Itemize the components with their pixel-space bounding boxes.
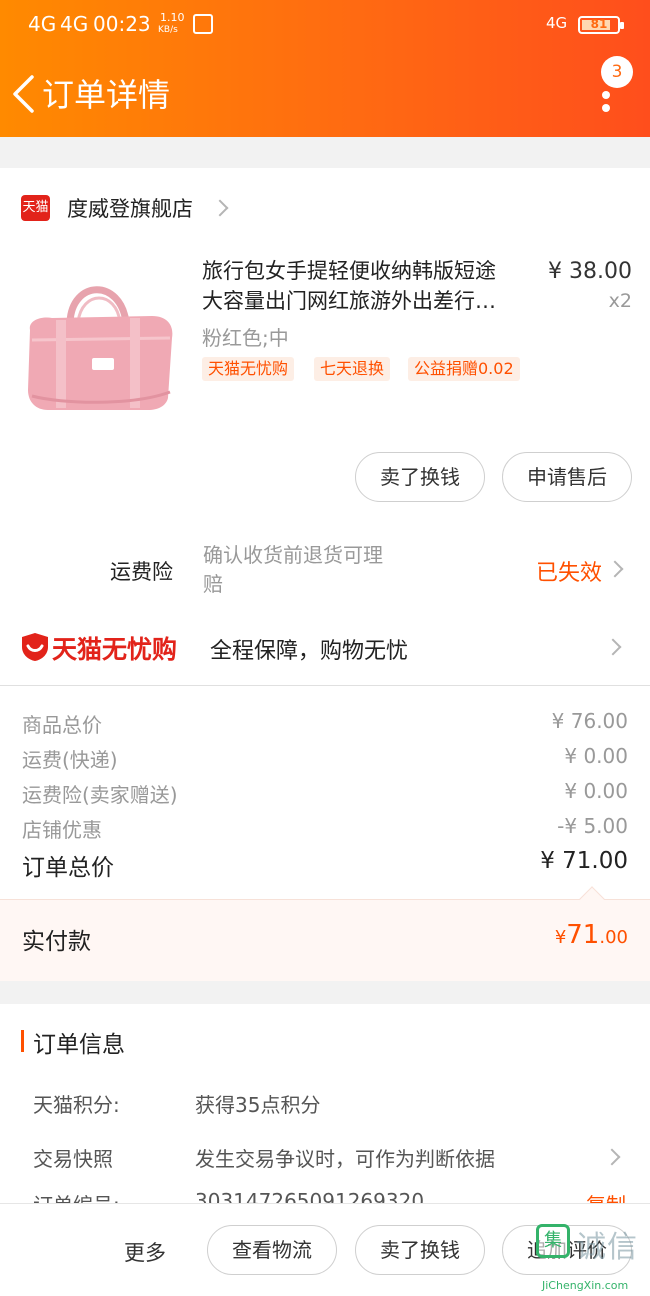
paid-currency: ¥ [554, 927, 567, 948]
tmall-logo-icon: 天猫 [21, 195, 50, 221]
paid-decimal: .00 [599, 927, 628, 948]
net-speed-value: 1.10 [160, 11, 185, 24]
watermark-text: 诚信 [576, 1230, 638, 1265]
paid-integer: 71 [566, 920, 600, 950]
product-quantity: x2 [608, 290, 632, 312]
snapshot-label: 交易快照 [33, 1147, 113, 1171]
battery-icon: 81 [578, 16, 624, 34]
battery-level: 81 [590, 17, 608, 31]
sell-for-cash-button[interactable]: 卖了换钱 [355, 1225, 485, 1275]
summary-label: 运费(快递) [22, 748, 118, 772]
section-marker [21, 1030, 24, 1052]
tag-seven-day-return: 七天退换 [314, 357, 391, 381]
clock: 00:23 [93, 12, 151, 36]
apply-after-sale-button[interactable]: 申请售后 [502, 452, 632, 502]
watermark-url: JiChengXin.com [542, 1279, 629, 1292]
product-title-line-2: 大容量出门网红旅游外出差行… [202, 289, 496, 313]
order-total-value: ¥ 71.00 [540, 848, 628, 874]
paid-amount-row: 实付款 ¥71.00 [0, 886, 650, 981]
order-item-card [0, 168, 650, 685]
product-price: ¥ 38.00 [548, 259, 632, 284]
snapshot-value[interactable]: 发生交易争议时，可作为判断依据 [195, 1143, 495, 1172]
guarantee-text[interactable]: 全程保障，购物无忧 [210, 633, 408, 665]
header: 4G 4G 00:23 1.10 KB/s 4G 81 订单详情 3 [0, 0, 650, 137]
app-notification-icon [193, 14, 213, 34]
notification-badge[interactable]: 3 [601, 56, 633, 88]
shipping-insurance-desc: 确认收货前退货可理 赔 [203, 541, 383, 599]
summary-value: -¥ 5.00 [557, 814, 628, 838]
more-menu-icon[interactable] [602, 91, 612, 112]
summary-label: 运费险(卖家赠送) [22, 783, 178, 807]
paid-value: ¥71.00 [555, 920, 628, 950]
shipping-insurance-label: 运费险 [110, 560, 173, 584]
status-bar: 4G 4G 00:23 1.10 KB/s 4G 81 [0, 0, 650, 50]
points-label: 天猫积分: [33, 1093, 120, 1117]
tag-charity: 公益捐赠0.02 [408, 357, 520, 381]
shield-icon [22, 633, 48, 661]
order-info-title: 订单信息 [33, 1032, 125, 1058]
sell-for-cash-button[interactable]: 卖了换钱 [355, 452, 485, 502]
signal-icon-1: 4G [28, 12, 57, 36]
product-sku: 粉红色;中 [202, 326, 289, 350]
shipping-insurance-desc-line-1: 确认收货前退货可理 [203, 543, 383, 567]
store-name[interactable]: 度威登旗舰店 [67, 193, 193, 223]
right-signal-icon: 4G [546, 14, 568, 32]
net-speed-unit: KB/s [158, 25, 178, 35]
summary-label: 商品总价 [22, 713, 102, 737]
page-title: 订单详情 [42, 76, 171, 114]
back-arrow-icon[interactable] [10, 74, 38, 114]
summary-value: ¥ 76.00 [551, 709, 628, 733]
watermark-logo-icon: 集 [536, 1224, 570, 1258]
summary-value: ¥ 0.00 [564, 744, 628, 768]
summary-label: 店铺优惠 [22, 818, 102, 842]
product-title-line-1: 旅行包女手提轻便收纳韩版短途 [202, 259, 496, 283]
tag-worry-free: 天猫无忧购 [202, 357, 295, 381]
points-value: 获得35点积分 [195, 1093, 321, 1117]
shipping-insurance-status[interactable]: 已失效 [536, 555, 602, 587]
shipping-insurance-desc-line-2: 赔 [203, 572, 223, 596]
guarantee-brand: 天猫无忧购 [52, 635, 178, 664]
summary-value: ¥ 0.00 [564, 779, 628, 803]
more-button[interactable]: 更多 [124, 1237, 166, 1267]
pink-travel-bag-image[interactable] [22, 260, 182, 420]
watermark: 集 诚信 JiChengXin.com [532, 1218, 650, 1296]
paid-label: 实付款 [22, 929, 91, 955]
signal-icon-2: 4G [60, 12, 89, 36]
order-total-label: 订单总价 [22, 855, 114, 881]
view-logistics-button[interactable]: 查看物流 [207, 1225, 337, 1275]
product-title[interactable]: 旅行包女手提轻便收纳韩版短途 大容量出门网红旅游外出差行… [202, 256, 542, 316]
